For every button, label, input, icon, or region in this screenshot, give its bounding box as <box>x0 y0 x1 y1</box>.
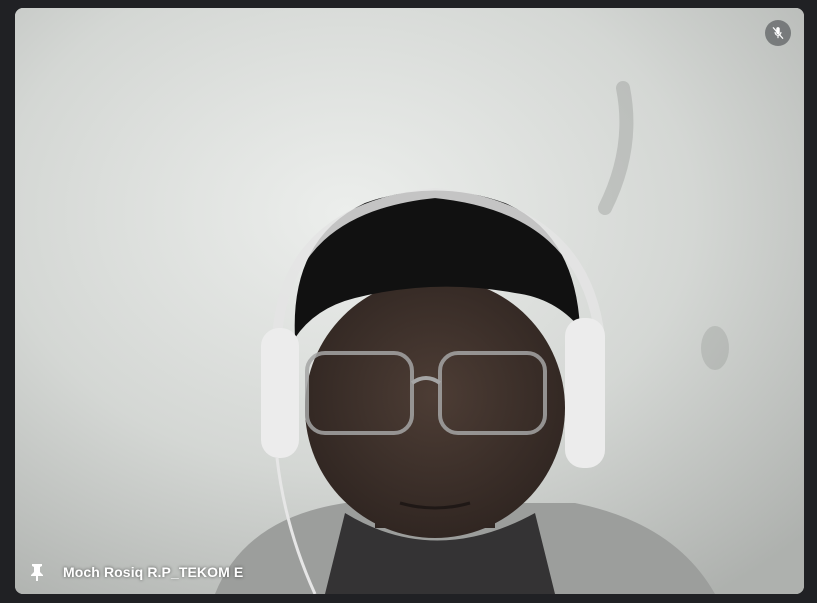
meeting-stage: Moch Rosiq R.P_TEKOM E <box>0 0 817 603</box>
pin-icon[interactable] <box>25 560 49 584</box>
participant-name-bar: Moch Rosiq R.P_TEKOM E <box>25 560 243 584</box>
participant-video-tile[interactable]: Moch Rosiq R.P_TEKOM E <box>15 8 804 594</box>
participant-name: Moch Rosiq R.P_TEKOM E <box>63 564 244 580</box>
participant-video-feed <box>15 8 804 594</box>
mic-off-icon <box>765 20 791 46</box>
